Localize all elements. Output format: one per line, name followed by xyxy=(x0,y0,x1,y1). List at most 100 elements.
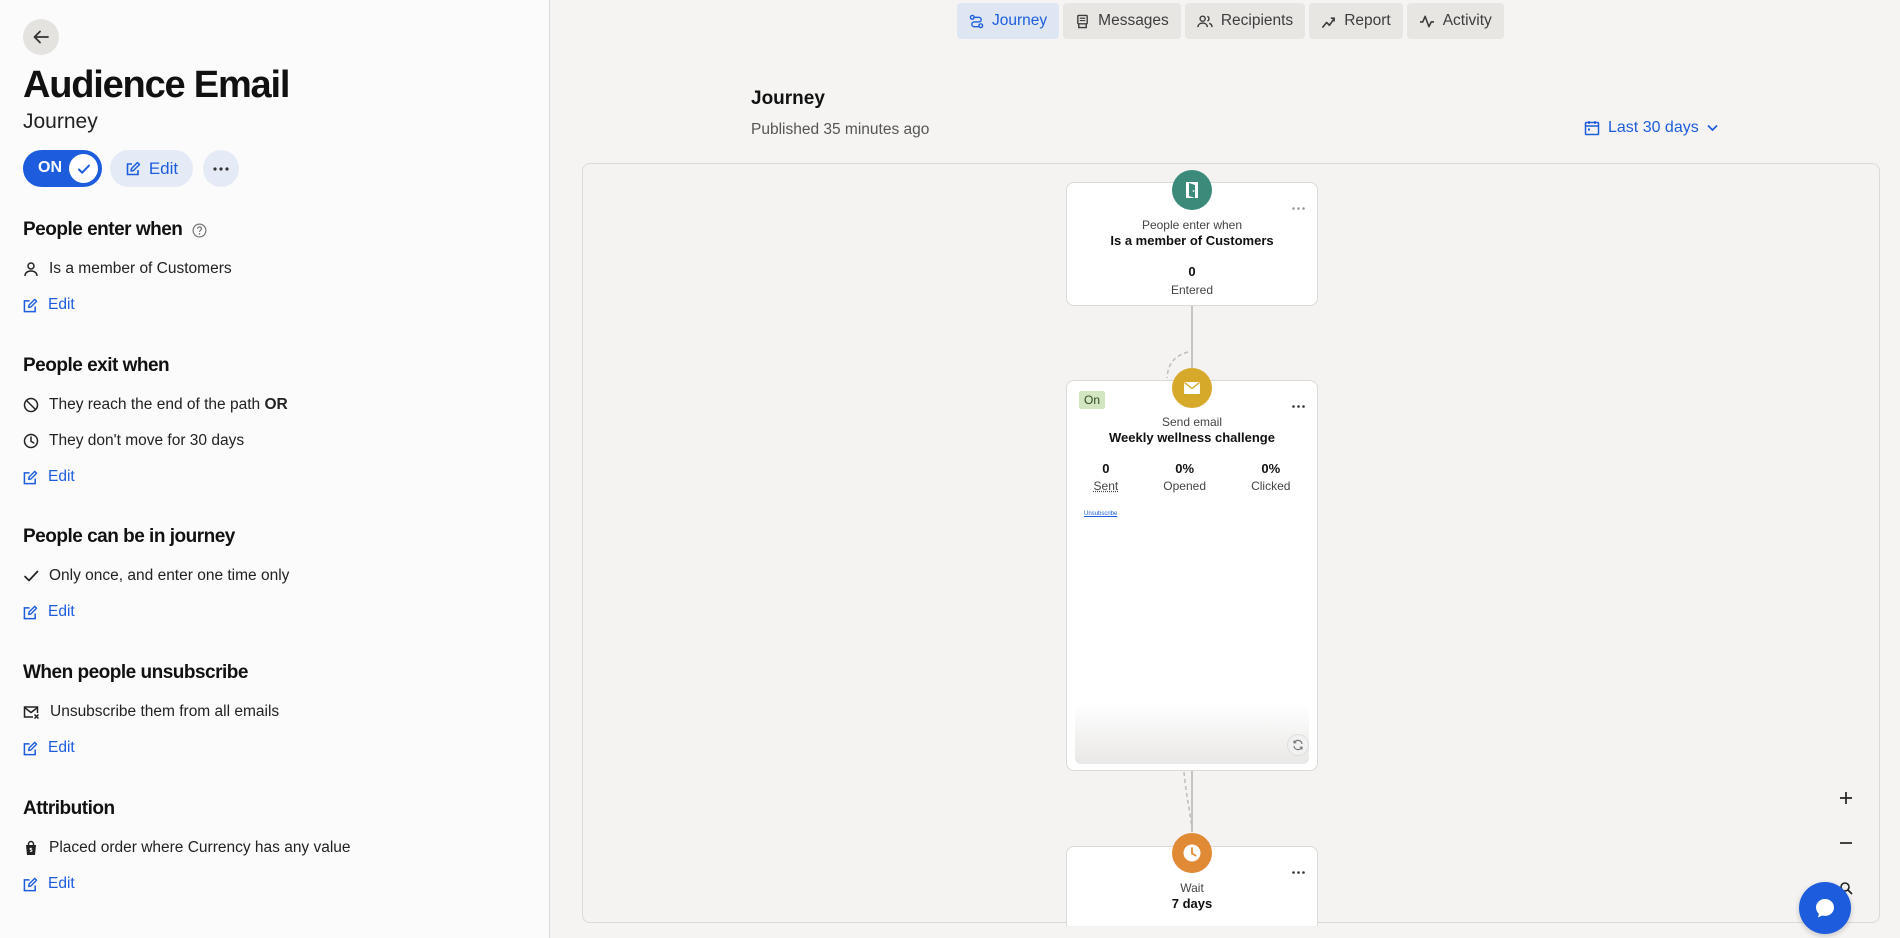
section-heading: People exit when xyxy=(23,354,523,378)
section-attribution: Attribution Placed order where Currency … xyxy=(23,797,523,897)
frequency-text: Only once, and enter one time only xyxy=(49,567,290,584)
edit-journey-label: Edit xyxy=(148,158,179,178)
chat-bubble-icon xyxy=(1816,899,1834,918)
trigger-node-icon xyxy=(1172,170,1212,210)
edit-enter-link[interactable]: Edit xyxy=(23,296,75,314)
section-heading-text: People exit when xyxy=(23,355,170,376)
envelope-icon xyxy=(1184,381,1200,394)
section-heading: People enter when xyxy=(23,218,523,242)
tab-recipients[interactable]: Recipients xyxy=(1184,3,1306,39)
recipients-icon xyxy=(1197,14,1213,27)
status-badge: On xyxy=(1079,391,1106,409)
email-node-icon xyxy=(1172,368,1212,408)
trigger-label: People enter when xyxy=(1141,218,1243,232)
tab-journey-label: Journey xyxy=(992,12,1048,29)
section-heading-text: People enter when xyxy=(23,219,183,240)
journey-icon xyxy=(969,14,984,28)
wait-node-icon xyxy=(1172,833,1212,873)
exit-condition-text-main: They reach the end of the path xyxy=(49,396,261,413)
tab-messages[interactable]: Messages xyxy=(1063,3,1181,39)
journey-status-toggle[interactable]: ON xyxy=(23,150,102,187)
stat-clicked: 0% Clicked xyxy=(1251,461,1290,493)
tab-journey[interactable]: Journey xyxy=(957,3,1060,39)
tab-activity-label: Activity xyxy=(1442,12,1492,29)
exit-timeout-row: They don't move for 30 days xyxy=(23,432,523,450)
date-range-label: Last 30 days xyxy=(1608,119,1699,136)
messages-icon xyxy=(1077,14,1089,28)
trigger-name: Is a member of Customers xyxy=(1110,233,1274,248)
attribution-row: Placed order where Currency has any valu… xyxy=(23,839,523,857)
tab-report[interactable]: Report xyxy=(1309,3,1403,39)
more-horizontal-icon xyxy=(1292,207,1305,210)
wait-label: Wait xyxy=(1180,881,1204,895)
section-frequency: People can be in journey Only once, and … xyxy=(23,525,523,625)
stat-clicked-label: Clicked xyxy=(1251,479,1291,493)
exit-condition-text: They reach the end of the path OR xyxy=(49,396,288,414)
edit-unsubscribe-link[interactable]: Edit xyxy=(23,739,75,757)
date-range-dropdown[interactable]: Last 30 days xyxy=(1584,119,1718,137)
wait-duration: 7 days xyxy=(1171,896,1213,911)
entered-count: 0 xyxy=(1188,264,1196,279)
connector-dashed-curve xyxy=(1183,771,1193,831)
section-heading: When people unsubscribe xyxy=(23,661,523,685)
stat-opened: 0% Opened xyxy=(1163,461,1206,493)
chevron-down-icon xyxy=(1707,124,1718,132)
edit-journey-button[interactable]: Edit xyxy=(110,150,193,187)
edit-attribution-label: Edit xyxy=(48,875,75,892)
refresh-preview-button[interactable] xyxy=(1287,734,1309,756)
help-icon[interactable] xyxy=(192,223,207,238)
person-icon xyxy=(24,262,38,277)
email-card-menu[interactable] xyxy=(1292,395,1305,413)
trigger-card-menu[interactable] xyxy=(1292,197,1305,215)
exit-condition-row: They reach the end of the path OR xyxy=(23,396,523,414)
section-heading-text: People can be in journey xyxy=(23,526,235,547)
zoom-in-button[interactable] xyxy=(1832,784,1860,812)
unsubscribe-text: Unsubscribe them from all emails xyxy=(50,703,280,720)
plus-icon xyxy=(1840,792,1852,804)
tab-recipients-label: Recipients xyxy=(1220,12,1294,29)
exit-timeout-text: They don't move for 30 days xyxy=(49,432,245,449)
more-options-button[interactable] xyxy=(203,150,239,187)
email-stats: 0 Sent 0% Opened 0% Clicked xyxy=(1067,461,1317,493)
enter-condition-text: Is a member of Customers xyxy=(49,260,232,277)
mail-remove-icon xyxy=(23,706,40,720)
email-name: Weekly wellness challenge xyxy=(1109,430,1275,445)
edit-exit-link[interactable]: Edit xyxy=(23,468,75,486)
zoom-out-button[interactable] xyxy=(1832,829,1860,857)
stat-opened-label: Opened xyxy=(1163,479,1206,493)
tab-activity[interactable]: Activity xyxy=(1406,3,1504,39)
section-enter: People enter when Is a member of Custome… xyxy=(23,218,523,318)
published-status: Published 35 minutes ago xyxy=(751,121,930,138)
door-enter-icon xyxy=(1186,182,1198,198)
tab-report-label: Report xyxy=(1344,12,1391,29)
block-icon xyxy=(23,397,39,413)
page-title: Audience Email xyxy=(23,64,290,106)
calendar-icon xyxy=(1584,121,1600,136)
edit-icon xyxy=(23,741,38,755)
send-email-card[interactable]: On Send email Weekly wellness challenge … xyxy=(1066,380,1318,771)
email-preview-fade xyxy=(1075,704,1309,764)
wait-card-menu[interactable] xyxy=(1292,861,1305,879)
arrow-left-icon xyxy=(33,30,49,44)
edit-frequency-link[interactable]: Edit xyxy=(23,603,75,621)
edit-icon xyxy=(23,298,38,312)
email-preview-unsubscribe-link: Unsubscribe xyxy=(1084,511,1118,517)
stat-sent-value: 0 xyxy=(1102,461,1110,476)
more-horizontal-icon xyxy=(213,166,229,171)
stat-opened-value: 0% xyxy=(1175,461,1195,476)
exit-condition-or: OR xyxy=(264,396,288,413)
entered-label: Entered xyxy=(1170,283,1214,297)
check-icon xyxy=(24,570,39,582)
page-subtitle: Journey xyxy=(23,110,98,133)
back-button[interactable] xyxy=(23,19,59,55)
more-horizontal-icon xyxy=(1292,871,1305,874)
clock-icon xyxy=(1183,844,1201,862)
chat-support-button[interactable] xyxy=(1799,882,1851,934)
check-icon xyxy=(77,164,90,174)
tab-bar: Journey Messages Recipients Report Activ… xyxy=(957,3,1504,39)
edit-attribution-link[interactable]: Edit xyxy=(23,875,75,893)
stat-sent[interactable]: 0 Sent xyxy=(1094,461,1119,493)
sidebar: Audience Email Journey ON Edit People en… xyxy=(0,0,550,938)
more-horizontal-icon xyxy=(1292,405,1305,408)
section-heading-text: Attribution xyxy=(23,798,115,819)
